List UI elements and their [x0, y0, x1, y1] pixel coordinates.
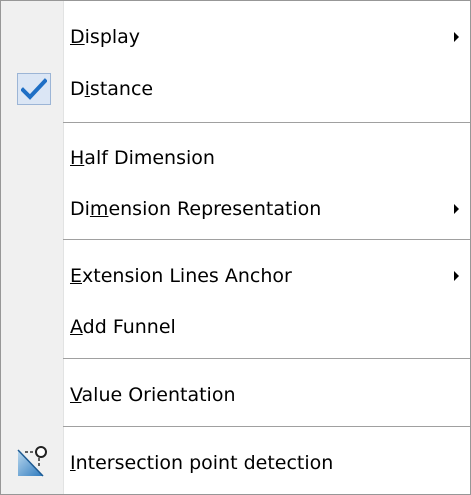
menu-item-half-dimension[interactable]: Half Dimension [1, 139, 470, 177]
submenu-arrow-icon [454, 271, 459, 281]
menu-item-label: Display [70, 26, 141, 48]
menu-item-label: Intersection point detection [70, 452, 334, 474]
menu-item-value-orientation[interactable]: Value Orientation [1, 376, 470, 414]
context-menu: Display Distance Half Dimension Dimensio… [0, 0, 471, 495]
submenu-arrow-icon [454, 204, 459, 214]
menu-separator [63, 358, 470, 359]
menu-item-dimension-representation[interactable]: Dimension Representation [1, 190, 470, 228]
intersection-point-icon [17, 446, 47, 477]
menu-item-label: Add Funnel [70, 316, 176, 338]
menu-separator [63, 426, 470, 427]
menu-item-extension-lines-anchor[interactable]: Extension Lines Anchor [1, 257, 470, 295]
submenu-arrow-icon [454, 32, 459, 42]
menu-item-label: Extension Lines Anchor [70, 265, 292, 287]
menu-item-intersection-point-detection[interactable]: Intersection point detection [1, 444, 470, 482]
menu-item-label: Distance [70, 78, 154, 100]
menu-item-add-funnel[interactable]: Add Funnel [1, 308, 470, 346]
menu-item-distance[interactable]: Distance [1, 70, 470, 108]
menu-separator [63, 239, 470, 240]
menu-separator [63, 122, 470, 123]
menu-item-label: Value Orientation [70, 384, 236, 406]
menu-item-label: Dimension Representation [70, 198, 322, 220]
menu-item-display[interactable]: Display [1, 18, 470, 56]
checkmark-icon [17, 73, 51, 105]
menu-item-label: Half Dimension [70, 147, 215, 169]
